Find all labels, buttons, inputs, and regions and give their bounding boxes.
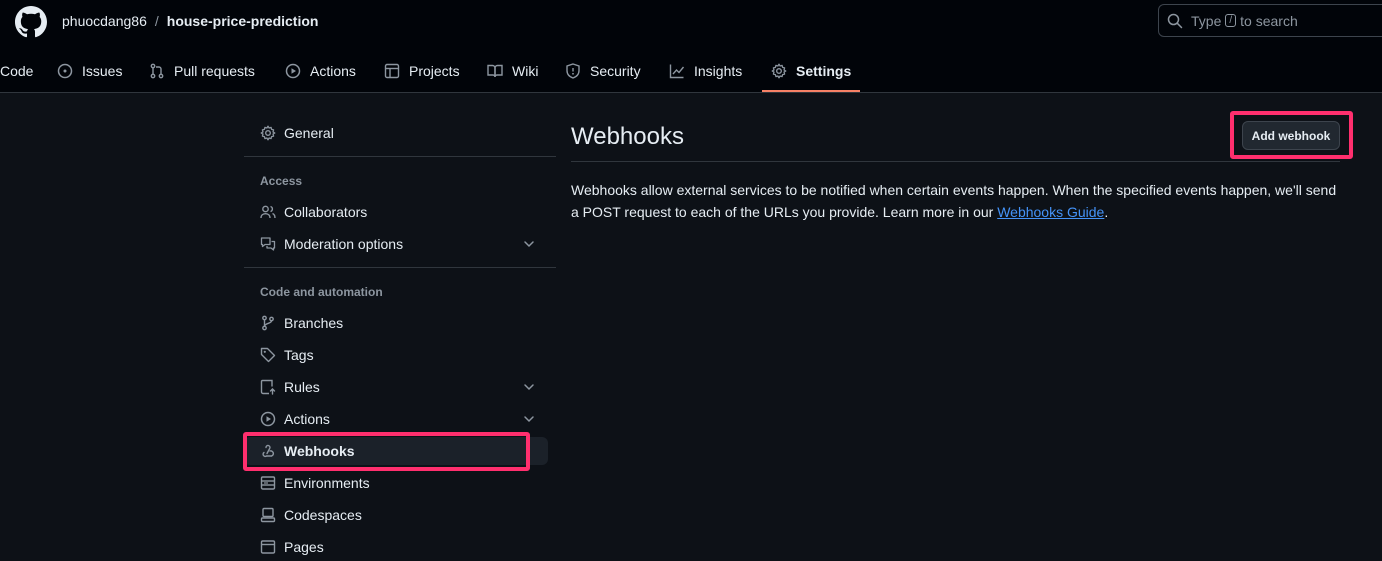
pull-request-icon — [150, 63, 164, 78]
sidebar-heading-code-automation: Code and automation — [260, 285, 383, 299]
search-placeholder-prefix: Type — [1191, 12, 1222, 29]
sidebar-item-label: Collaborators — [284, 204, 368, 220]
repo-push-icon — [260, 379, 276, 395]
breadcrumb: phuocdang86 / house-price-prediction — [62, 12, 318, 30]
sidebar-divider — [244, 156, 556, 157]
book-icon — [487, 64, 503, 77]
sidebar-item-label: Branches — [284, 315, 344, 331]
tab-actions-label: Actions — [310, 62, 356, 79]
chevron-down-icon — [524, 241, 534, 248]
search-input[interactable]: Type / to search — [1158, 4, 1382, 37]
shield-icon — [566, 62, 580, 79]
tab-actions[interactable]: Actions — [285, 48, 356, 93]
play-icon — [260, 411, 276, 427]
tag-icon — [260, 347, 276, 363]
tab-security[interactable]: Security — [565, 48, 641, 93]
tab-insights[interactable]: Insights — [669, 48, 742, 93]
sidebar-divider — [244, 267, 556, 268]
tab-projects-label: Projects — [409, 62, 460, 79]
sidebar-item-actions[interactable]: Actions — [244, 405, 548, 433]
add-webhook-highlight-box — [1230, 111, 1353, 159]
sidebar-item-environments[interactable]: Environments — [244, 469, 548, 497]
page-title: Webhooks — [571, 123, 684, 150]
server-icon — [260, 476, 276, 490]
webhooks-guide-link[interactable]: Webhooks Guide — [997, 204, 1104, 220]
sidebar-item-tags[interactable]: Tags — [244, 341, 548, 369]
sidebar-item-codespaces[interactable]: Codespaces — [244, 501, 548, 529]
tab-pull-requests[interactable]: Pull requests — [149, 48, 255, 93]
sidebar-item-label: General — [284, 125, 334, 141]
gear-icon — [771, 63, 787, 78]
chevron-down-icon — [524, 384, 534, 391]
selected-tab-underline — [762, 90, 860, 92]
sidebar-item-label: Rules — [284, 379, 320, 395]
search-placeholder-suffix: to search — [1240, 12, 1298, 29]
repo-link[interactable]: house-price-prediction — [167, 13, 319, 29]
title-divider — [571, 161, 1340, 162]
tab-settings[interactable]: Settings — [771, 48, 851, 93]
play-icon — [285, 63, 301, 78]
owner-link[interactable]: phuocdang86 — [62, 13, 147, 29]
tab-projects[interactable]: Projects — [384, 48, 460, 93]
search-shortcut-key: / — [1225, 14, 1237, 27]
sidebar-item-collaborators[interactable]: Collaborators — [244, 198, 548, 226]
sidebar-item-rules[interactable]: Rules — [244, 373, 548, 401]
tab-pull-requests-label: Pull requests — [174, 62, 255, 79]
people-icon — [260, 205, 276, 219]
table-icon — [384, 63, 400, 78]
graph-icon — [669, 64, 685, 78]
webhooks-highlight-box — [243, 432, 530, 471]
codespaces-icon — [260, 507, 276, 523]
comment-discussion-icon — [260, 237, 276, 251]
global-header: phuocdang86 / house-price-prediction Typ… — [0, 0, 1382, 93]
sidebar-item-label: Codespaces — [284, 507, 362, 523]
sidebar-item-label: Environments — [284, 475, 370, 491]
sidebar-item-label: Pages — [284, 539, 324, 555]
description-end: . — [1104, 204, 1109, 220]
tab-settings-label: Settings — [796, 62, 852, 79]
browser-icon — [260, 540, 276, 554]
sidebar-item-general[interactable]: General — [244, 119, 548, 147]
sidebar-item-moderation-options[interactable]: Moderation options — [244, 230, 548, 258]
issue-icon — [57, 63, 73, 78]
sidebar-item-label: Moderation options — [284, 236, 404, 252]
sidebar-item-label: Tags — [284, 347, 314, 363]
tab-insights-label: Insights — [694, 62, 743, 79]
description-text: Webhooks allow external services to be n… — [571, 182, 1337, 220]
tab-security-label: Security — [590, 62, 641, 79]
sidebar-item-branches[interactable]: Branches — [244, 309, 548, 337]
webhooks-description: Webhooks allow external services to be n… — [571, 179, 1341, 223]
chevron-down-icon — [524, 416, 534, 423]
github-logo-icon[interactable] — [15, 6, 47, 38]
branch-icon — [262, 315, 274, 331]
tab-issues-label: Issues — [82, 62, 123, 79]
sidebar-item-label: Actions — [284, 411, 330, 427]
gear-icon — [260, 125, 276, 141]
tab-wiki[interactable]: Wiki — [487, 48, 538, 93]
tab-code-label: Code — [0, 62, 34, 79]
tab-issues[interactable]: Issues — [57, 48, 122, 93]
sidebar-item-pages[interactable]: Pages — [244, 533, 548, 561]
sidebar-heading-access: Access — [260, 174, 303, 188]
tab-code[interactable]: Code — [0, 48, 33, 93]
tab-wiki-label: Wiki — [512, 62, 539, 79]
search-icon — [1167, 13, 1183, 28]
breadcrumb-separator: / — [154, 13, 159, 29]
